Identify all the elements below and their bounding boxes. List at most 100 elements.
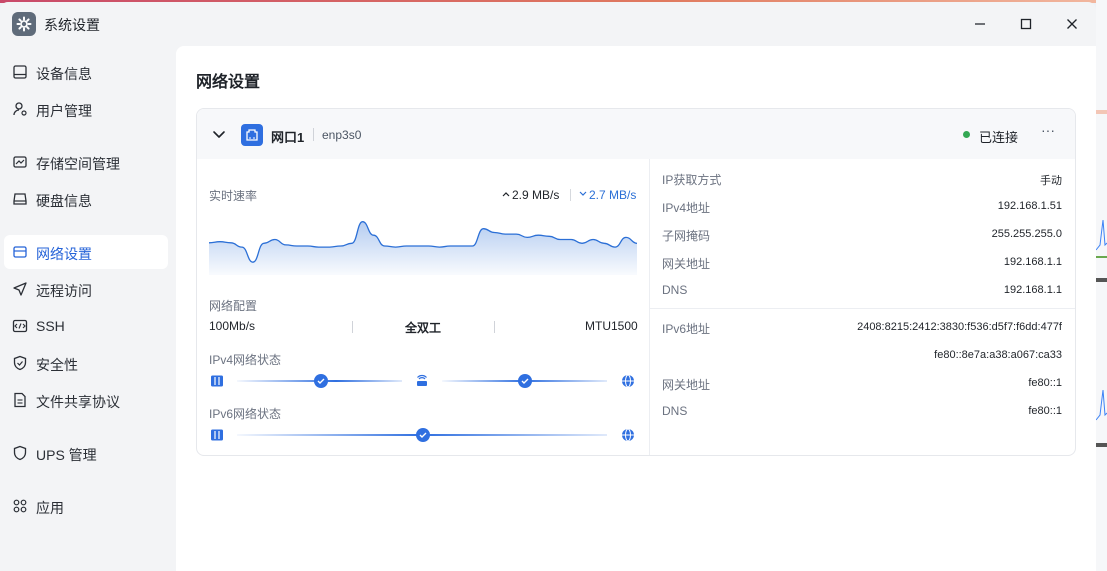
sidebar-item-label: 存储空间管理 bbox=[36, 156, 120, 172]
sidebar-item-label: 应用 bbox=[36, 500, 64, 516]
download-arrow-icon bbox=[579, 191, 587, 196]
sidebar-item-apps[interactable]: 应用 bbox=[4, 489, 168, 523]
title-bar: 系统设置 bbox=[0, 2, 1096, 46]
status-dot bbox=[963, 131, 970, 138]
upload-arrow-icon bbox=[502, 192, 510, 197]
ipv4-address-value: 192.168.1.51 bbox=[997, 200, 1062, 212]
desktop-graph bbox=[1095, 385, 1107, 430]
code-icon bbox=[12, 319, 28, 333]
sidebar-item-ups[interactable]: UPS 管理 bbox=[4, 436, 168, 470]
ipv6-address-label: IPv6地址 bbox=[662, 322, 711, 336]
router-icon bbox=[417, 374, 427, 386]
nas-device-icon bbox=[211, 375, 223, 387]
desktop-mark bbox=[1096, 443, 1107, 447]
ipv6-gateway-label: 网关地址 bbox=[662, 378, 711, 392]
ipv6-gateway-value: fe80::1 bbox=[1028, 377, 1062, 389]
sidebar-item-disk-info[interactable]: 硬盘信息 bbox=[4, 182, 168, 216]
dns-label: DNS bbox=[662, 283, 688, 297]
download-speed: 2.7 MB/s bbox=[589, 188, 637, 202]
port-header[interactable]: 网口1 enp3s0 已连接 ··· bbox=[197, 109, 1075, 159]
shield-icon bbox=[13, 355, 27, 371]
device-icon bbox=[13, 65, 27, 79]
ip-details-pane: IP获取方式 手动 IPv4地址 192.168.1.51 子网掩码 255.2… bbox=[650, 159, 1075, 455]
file-icon bbox=[14, 392, 26, 408]
dns-value: 192.168.1.1 bbox=[1003, 284, 1062, 296]
desktop-background bbox=[1095, 0, 1107, 571]
sidebar-item-label: 设备信息 bbox=[36, 66, 92, 82]
divider bbox=[570, 189, 571, 201]
ip-method-value: 手动 bbox=[1040, 175, 1062, 187]
sidebar-item-remote-access[interactable]: 远程访问 bbox=[4, 272, 168, 306]
check-icon bbox=[518, 374, 532, 388]
ipv4-status-label: IPv4网络状态 bbox=[209, 353, 282, 367]
ipv6-address-value: 2408:8215:2412:3830:f536:d5f7:f6dd:477f bbox=[857, 321, 1062, 333]
ups-icon bbox=[13, 445, 27, 461]
network-port-card: 网口1 enp3s0 已连接 ··· 实时速率 2.9 MB/s 2.7 MB/… bbox=[196, 108, 1076, 456]
sidebar-item-label: SSH bbox=[36, 318, 65, 334]
gear-icon bbox=[12, 12, 36, 36]
sidebar-item-file-sharing[interactable]: 文件共享协议 bbox=[4, 383, 168, 417]
check-icon bbox=[416, 428, 430, 442]
sidebar-item-label: 硬盘信息 bbox=[36, 193, 92, 209]
sidebar-item-label: UPS 管理 bbox=[36, 447, 97, 463]
nas-device-icon bbox=[211, 429, 223, 441]
minimize-button[interactable] bbox=[968, 12, 992, 36]
network-config-label: 网络配置 bbox=[209, 299, 258, 313]
duplex-mode: 全双工 bbox=[405, 321, 442, 335]
window-title: 系统设置 bbox=[44, 17, 100, 33]
storage-icon bbox=[13, 156, 27, 168]
desktop-mark bbox=[1096, 278, 1107, 282]
sidebar-item-label: 文件共享协议 bbox=[36, 394, 120, 410]
divider bbox=[352, 321, 353, 333]
chart-area-fill bbox=[209, 221, 637, 275]
subnet-mask-label: 子网掩码 bbox=[662, 229, 711, 243]
speed-chart bbox=[209, 221, 637, 275]
maximize-button[interactable] bbox=[1014, 12, 1038, 36]
remote-icon bbox=[13, 282, 27, 296]
mtu-value: MTU1500 bbox=[585, 319, 638, 333]
sidebar-item-label: 远程访问 bbox=[36, 283, 92, 299]
link-speed: 100Mb/s bbox=[209, 319, 256, 333]
sidebar-item-ssh[interactable]: SSH bbox=[4, 309, 168, 343]
ipv6-status-label: IPv6网络状态 bbox=[209, 407, 282, 421]
divider bbox=[313, 128, 314, 141]
check-icon bbox=[314, 374, 328, 388]
apps-icon bbox=[13, 499, 27, 513]
ipv6-link-local-value: fe80::8e7a:a38:a067:ca33 bbox=[934, 349, 1062, 361]
ethernet-port-icon bbox=[241, 124, 263, 146]
network-icon bbox=[13, 246, 27, 258]
ipv6-dns-value: fe80::1 bbox=[1028, 405, 1062, 417]
desktop-graph bbox=[1095, 215, 1107, 260]
ipv6-dns-label: DNS bbox=[662, 404, 688, 418]
sidebar-item-user-management[interactable]: 用户管理 bbox=[4, 92, 168, 126]
chevron-down-icon[interactable] bbox=[211, 126, 227, 142]
sidebar-item-network-settings[interactable]: 网络设置 bbox=[4, 235, 168, 269]
sidebar-item-device-info[interactable]: 设备信息 bbox=[4, 55, 168, 89]
port-stats-pane: 实时速率 2.9 MB/s 2.7 MB/s 网络配置 100Mb/s 全双工 … bbox=[197, 159, 649, 455]
connection-status: 已连接 bbox=[979, 130, 1019, 145]
user-icon bbox=[13, 102, 27, 116]
sidebar-item-security[interactable]: 安全性 bbox=[4, 346, 168, 380]
sidebar-item-label: 网络设置 bbox=[36, 246, 92, 262]
disk-icon bbox=[13, 193, 27, 205]
subnet-mask-value: 255.255.255.0 bbox=[991, 228, 1062, 240]
more-options-button[interactable]: ··· bbox=[1037, 123, 1059, 143]
sidebar-item-label: 用户管理 bbox=[36, 103, 92, 119]
divider bbox=[494, 321, 495, 333]
port-name: 网口1 bbox=[271, 130, 305, 145]
desktop-mark bbox=[1096, 110, 1107, 114]
sidebar-item-label: 安全性 bbox=[36, 357, 78, 373]
sidebar: 设备信息 用户管理 存储空间管理 硬盘信息 网络设置 远程访问 SSH 安全性 bbox=[0, 46, 176, 571]
gateway-value: 192.168.1.1 bbox=[1003, 256, 1062, 268]
upload-speed: 2.9 MB/s bbox=[512, 188, 560, 202]
page-title: 网络设置 bbox=[196, 74, 261, 91]
close-button[interactable] bbox=[1060, 12, 1084, 36]
sidebar-item-storage[interactable]: 存储空间管理 bbox=[4, 145, 168, 179]
ip-method-label: IP获取方式 bbox=[662, 173, 722, 187]
gateway-label: 网关地址 bbox=[662, 257, 711, 271]
divider bbox=[650, 308, 1075, 309]
globe-icon bbox=[622, 428, 634, 442]
realtime-speed-label: 实时速率 bbox=[209, 189, 258, 203]
main-content: 网络设置 网口1 enp3s0 已连接 ··· 实时速率 2.9 MB/s 2.… bbox=[176, 46, 1096, 571]
settings-window: 系统设置 设备信息 用户管理 存储空间管理 硬盘信息 网络设置 远程访问 SSH… bbox=[0, 2, 1096, 571]
